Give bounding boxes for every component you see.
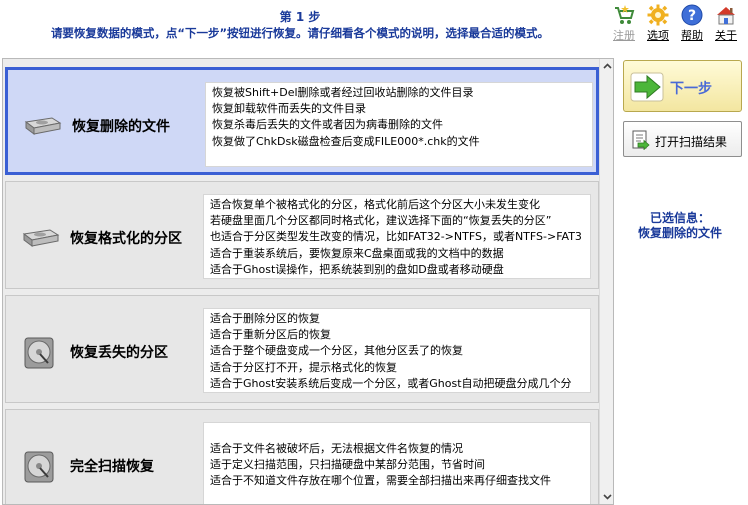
description-line: 适合于不知道文件存放在哪个位置，需要全部扫描出来再仔细查找文件 bbox=[210, 474, 551, 488]
mode-full-scan[interactable]: 完全扫描恢复 适合于文件名被破坏后，无法根据文件名恢复的情况 适于定义扫描范围，… bbox=[5, 409, 599, 504]
about-tool[interactable]: 关于 bbox=[710, 2, 742, 46]
mode-description: 适合恢复单个被格式化的分区，格式化前后这个分区大小未发生变化 若硬盘里面几个分区… bbox=[203, 194, 591, 279]
mode-description: 恢复被Shift+Del删除或者经过回收站删除的文件目录 恢复卸载软件而丢失的文… bbox=[205, 82, 593, 167]
cart-icon bbox=[615, 5, 635, 24]
selected-info: 已选信息： 恢复删除的文件 bbox=[618, 211, 742, 241]
mode-title: 恢复丢失的分区 bbox=[70, 345, 168, 361]
mode-title: 完全扫描恢复 bbox=[70, 459, 154, 475]
open-scan-result-label: 打开扫描结果 bbox=[655, 135, 728, 149]
selected-info-value: 恢复删除的文件 bbox=[637, 226, 722, 240]
arrow-right-icon bbox=[630, 72, 664, 102]
step-title: 第 1 步 bbox=[279, 10, 321, 24]
mode-formatted-partition[interactable]: 恢复格式化的分区 适合恢复单个被格式化的分区，格式化前后这个分区大小未发生变化 … bbox=[5, 181, 599, 289]
about-label: 关于 bbox=[715, 29, 737, 42]
mode-lost-partition[interactable]: 恢复丢失的分区 适合于删除分区的恢复 适合于重新分区后的恢复 适合于整个硬盘变成… bbox=[5, 295, 599, 403]
help-icon: ? bbox=[681, 4, 703, 26]
selected-info-heading: 已选信息： bbox=[649, 211, 710, 225]
open-file-icon bbox=[632, 130, 650, 150]
vertical-scrollbar[interactable] bbox=[599, 59, 614, 504]
header: 第 1 步 请要恢复数据的模式，点“下一步”按钮进行恢复。请仔细看各个模式的说明… bbox=[0, 0, 748, 56]
description-line: 恢复被Shift+Del删除或者经过回收站删除的文件目录 bbox=[212, 86, 474, 99]
description-line: 也适合于分区类型发生改变的情况，比如FAT32->NTFS，或者NTFS->FA… bbox=[210, 230, 582, 244]
description-line: 恢复做了ChkDsk磁盘检查后变成FILE000*.chk的文件 bbox=[212, 134, 480, 148]
options-tool[interactable]: 选项 bbox=[642, 2, 674, 46]
mode-description: 适合于删除分区的恢复 适合于重新分区后的恢复 适合于整个硬盘变成一个分区，其他分… bbox=[203, 308, 591, 393]
open-scan-result-button[interactable]: 打开扫描结果 bbox=[623, 121, 742, 157]
description-line: 适合于删除分区的恢复 bbox=[210, 312, 320, 325]
description-line: 适合恢复单个被格式化的分区，格式化前后这个分区大小未发生变化 bbox=[210, 198, 540, 211]
register-tool[interactable]: 注册 bbox=[608, 2, 640, 46]
hard-drive-icon bbox=[22, 229, 60, 247]
step-instruction: 请要恢复数据的模式，点“下一步”按钮进行恢复。请仔细看各个模式的说明，选择最合适… bbox=[50, 26, 550, 40]
description-line: 适合于分区打不开，提示格式化的恢复 bbox=[210, 360, 397, 374]
svg-text:?: ? bbox=[688, 8, 696, 24]
description-line: 恢复杀毒后丢失的文件或者因为病毒删除的文件 bbox=[212, 118, 443, 132]
mode-deleted-files[interactable]: 恢复删除的文件 恢复被Shift+Del删除或者经过回收站删除的文件目录 恢复卸… bbox=[5, 67, 599, 175]
scroll-up-icon[interactable] bbox=[600, 59, 614, 74]
description-line: 适合于重新分区后的恢复 bbox=[210, 328, 331, 342]
description-line: 适合于重装系统后，要恢复原来C盘桌面或我的文档中的数据 bbox=[210, 246, 504, 260]
next-step-button[interactable]: 下一步 bbox=[623, 60, 742, 112]
next-step-label: 下一步 bbox=[670, 81, 712, 97]
home-icon bbox=[717, 7, 735, 25]
scroll-down-icon[interactable] bbox=[600, 489, 614, 504]
help-tool[interactable]: ? 帮助 bbox=[676, 2, 708, 46]
description-line: 适合于文件名被破坏后，无法根据文件名恢复的情况 bbox=[210, 442, 463, 455]
description-line: 适合于Ghost误操作，把系统装到别的盘如D盘或者移动硬盘 bbox=[210, 262, 504, 276]
disk-platter-icon bbox=[24, 337, 54, 369]
gear-icon bbox=[647, 4, 669, 26]
description-line: 恢复卸载软件而丢失的文件目录 bbox=[212, 102, 366, 116]
register-label: 注册 bbox=[613, 29, 635, 42]
mode-title: 恢复格式化的分区 bbox=[70, 231, 182, 247]
toolbar: 注册 选项 ? 帮助 关于 bbox=[608, 2, 748, 48]
mode-list: 恢复删除的文件 恢复被Shift+Del删除或者经过回收站删除的文件目录 恢复卸… bbox=[2, 58, 614, 505]
mode-description: 适合于文件名被破坏后，无法根据文件名恢复的情况 适于定义扫描范围，只扫描硬盘中某… bbox=[203, 422, 591, 504]
description-line: 适合于Ghost安装系统后变成一个分区，或者Ghost自动把硬盘分成几个分 bbox=[210, 376, 572, 390]
disk-platter-icon bbox=[24, 451, 54, 483]
hard-drive-icon bbox=[24, 117, 62, 135]
mode-title: 恢复删除的文件 bbox=[72, 119, 170, 135]
options-label: 选项 bbox=[647, 29, 669, 42]
description-line: 适合于整个硬盘变成一个分区，其他分区丢了的恢复 bbox=[210, 344, 463, 358]
description-line: 若硬盘里面几个分区都同时格式化，建议选择下面的“恢复丢失的分区” bbox=[210, 214, 552, 228]
description-line: 适于定义扫描范围，只扫描硬盘中某部分范围，节省时间 bbox=[210, 458, 485, 472]
help-label: 帮助 bbox=[681, 29, 703, 42]
